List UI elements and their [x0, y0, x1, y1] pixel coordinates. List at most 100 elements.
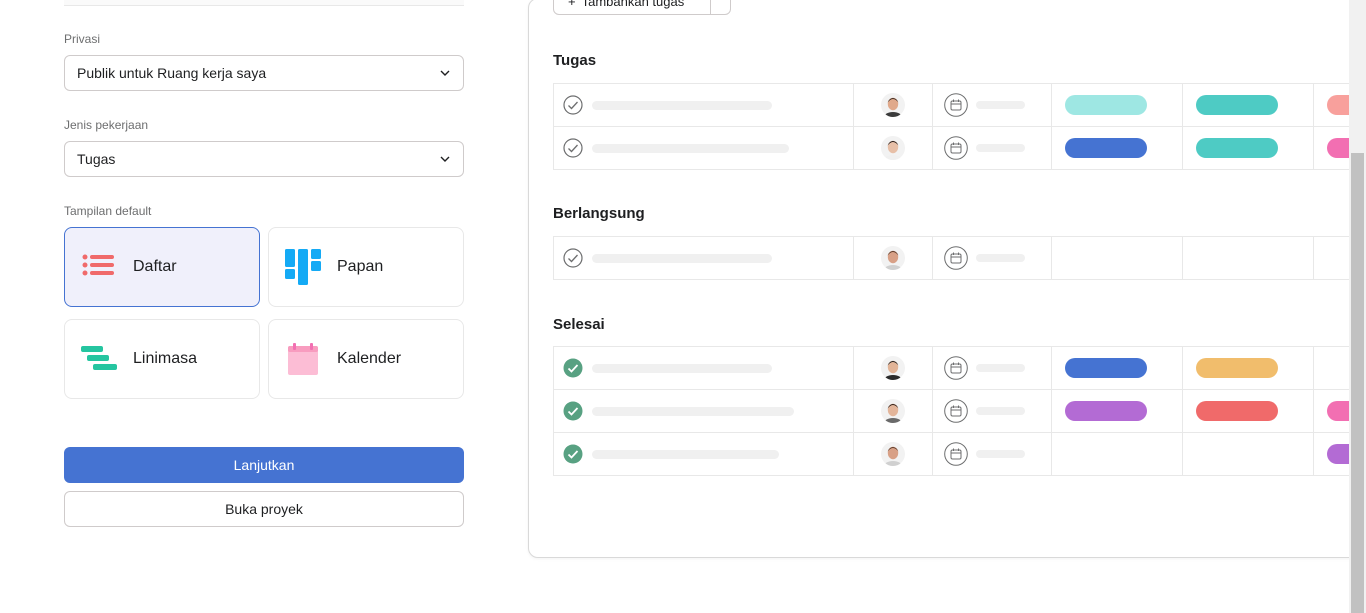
tag-pill	[1065, 95, 1147, 115]
chevron-down-icon	[440, 70, 450, 76]
tag-cell	[1051, 237, 1183, 279]
form-top-divider	[64, 0, 464, 6]
assignee-cell	[853, 237, 933, 279]
task-name-placeholder	[592, 450, 779, 459]
date-placeholder	[976, 407, 1025, 415]
tag-pill	[1196, 401, 1278, 421]
chevron-down-icon	[440, 156, 450, 162]
section-title: Selesai	[553, 316, 605, 333]
avatar	[881, 136, 905, 160]
due-date-cell	[932, 390, 1052, 432]
continue-button[interactable]: Lanjutkan	[64, 447, 464, 483]
task-name-cell	[554, 84, 853, 126]
tag-cell	[1182, 237, 1314, 279]
tag-cell	[1051, 433, 1183, 475]
tag-cell	[1051, 84, 1183, 126]
privacy-label: Privasi	[64, 32, 101, 46]
timeline-icon	[81, 341, 117, 377]
completed-check-icon	[563, 358, 583, 378]
check-icon	[563, 248, 583, 268]
task-row	[553, 127, 1366, 170]
task-name-cell	[554, 127, 853, 169]
tag-cell	[1182, 390, 1314, 432]
task-row	[553, 84, 1366, 127]
view-option-list[interactable]: Daftar	[64, 227, 260, 307]
view-option-label: Kalender	[337, 350, 402, 367]
work-type-select[interactable]: Tugas	[64, 141, 464, 177]
assignee-cell	[853, 347, 933, 389]
privacy-value: Publik untuk Ruang kerja saya	[77, 65, 267, 81]
check-icon	[563, 138, 583, 158]
due-date-cell	[932, 433, 1052, 475]
plus-icon: +	[568, 0, 576, 9]
project-preview: + Tambahkan tugas Tugas Berlangsung Sele…	[528, 0, 1366, 558]
view-option-label: Linimasa	[133, 350, 198, 367]
add-task-label: Tambahkan tugas	[581, 0, 685, 9]
tag-cell	[1182, 84, 1314, 126]
avatar	[881, 442, 905, 466]
add-task-split-divider	[710, 0, 711, 14]
section-table-berlangsung	[553, 236, 1366, 280]
section-title: Berlangsung	[553, 205, 645, 222]
task-name-cell	[554, 390, 853, 432]
view-option-board[interactable]: Papan	[268, 227, 464, 307]
privacy-select[interactable]: Publik untuk Ruang kerja saya	[64, 55, 464, 91]
check-icon	[563, 95, 583, 115]
tag-cell	[1182, 433, 1314, 475]
due-date-cell	[932, 127, 1052, 169]
completed-check-icon	[563, 401, 583, 421]
calendar-icon	[944, 356, 968, 380]
default-view-label: Tampilan default	[64, 204, 152, 218]
tag-pill	[1196, 358, 1278, 378]
tag-pill	[1196, 95, 1278, 115]
task-row	[553, 347, 1366, 390]
assignee-cell	[853, 127, 933, 169]
view-option-calendar[interactable]: Kalender	[268, 319, 464, 399]
calendar-icon	[944, 93, 968, 117]
due-date-cell	[932, 347, 1052, 389]
calendar-icon	[944, 246, 968, 270]
calendar-icon	[285, 341, 321, 377]
add-task-button: + Tambahkan tugas	[553, 0, 731, 15]
tag-pill	[1065, 401, 1147, 421]
task-name-placeholder	[592, 101, 772, 110]
task-name-placeholder	[592, 407, 794, 416]
board-icon	[285, 249, 321, 285]
completed-check-icon	[563, 444, 583, 464]
section-table-tugas	[553, 83, 1366, 170]
tag-pill	[1065, 138, 1147, 158]
avatar	[881, 399, 905, 423]
view-option-label: Papan	[337, 258, 384, 275]
due-date-cell	[932, 84, 1052, 126]
date-placeholder	[976, 364, 1025, 372]
task-name-cell	[554, 237, 853, 279]
tag-cell	[1051, 127, 1183, 169]
calendar-icon	[944, 399, 968, 423]
assignee-cell	[853, 84, 933, 126]
assignee-cell	[853, 433, 933, 475]
avatar	[881, 356, 905, 380]
view-option-timeline[interactable]: Linimasa	[64, 319, 260, 399]
scrollbar-thumb[interactable]	[1351, 153, 1364, 613]
tag-cell	[1182, 347, 1314, 389]
work-type-value: Tugas	[77, 151, 116, 167]
work-type-label: Jenis pekerjaan	[64, 118, 149, 132]
task-name-placeholder	[592, 254, 772, 263]
avatar	[881, 246, 905, 270]
calendar-icon	[944, 136, 968, 160]
task-name-cell	[554, 347, 853, 389]
due-date-cell	[932, 237, 1052, 279]
date-placeholder	[976, 101, 1025, 109]
page-scrollbar[interactable]	[1349, 0, 1366, 613]
view-option-label: Daftar	[133, 258, 177, 275]
avatar	[881, 93, 905, 117]
task-name-cell	[554, 433, 853, 475]
date-placeholder	[976, 254, 1025, 262]
section-table-selesai	[553, 346, 1366, 476]
list-icon	[81, 249, 117, 285]
open-project-button[interactable]: Buka proyek	[64, 491, 464, 527]
task-row	[553, 390, 1366, 433]
tag-pill	[1065, 358, 1147, 378]
calendar-icon	[944, 442, 968, 466]
tag-cell	[1051, 390, 1183, 432]
